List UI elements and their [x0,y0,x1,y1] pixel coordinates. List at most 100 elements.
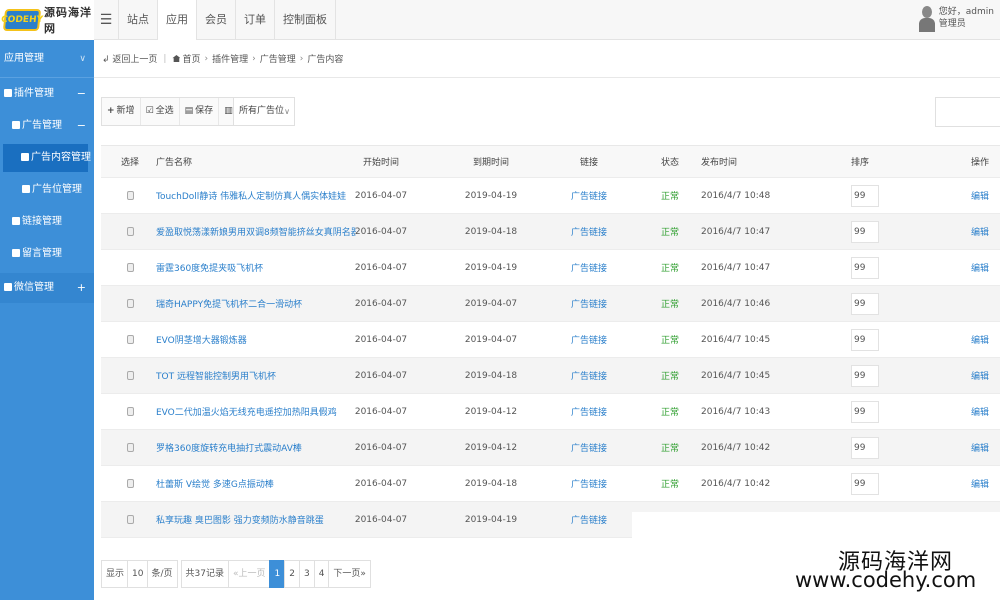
sort-input[interactable]: 99 [851,400,879,423]
folder-icon [4,283,12,291]
start-date: 2016-04-07 [354,334,408,345]
breadcrumb-ad-manage[interactable]: 广告管理 [260,52,296,65]
sort-input[interactable]: 99 [851,364,879,387]
ad-name-link[interactable]: 杜蕾斯 V绘觉 多速G点振动棒 [156,477,274,490]
page-size[interactable]: 显示 10 条/页 [101,560,178,588]
published-time: 2016/4/7 10:46 [701,298,771,309]
ad-name-link[interactable]: 爱盈取悦荡漾新娘男用双调8频智能挤丝女真阴名器飞机杯 [156,225,356,238]
user-menu[interactable]: 您好，admin 管理员 [918,4,994,32]
breadcrumb: ↲ 返回上一页 | 首页 › 插件管理 › 广告管理 › 广告内容 [94,40,1000,78]
ad-name-link[interactable]: 雷霆360度免提夹吸飞机杯 [156,261,263,274]
ad-link[interactable]: 广告链接 [571,297,607,310]
chevron-down-icon: ∨ [284,107,290,116]
sidebar-item-wechat[interactable]: 微信管理 + [0,273,94,303]
ad-position-select[interactable]: 所有广告位 ∨ [233,97,295,126]
ad-name-link[interactable]: 罗格360度旋转充电抽打式震动AV棒 [156,441,302,454]
sidebar-item-ad-manage[interactable]: 广告管理 − [0,110,94,142]
sidebar-item-label: 广告管理 [22,120,62,131]
row-checkbox[interactable] [126,515,134,524]
sidebar-section-apps[interactable]: 应用管理 ∨ [0,40,94,78]
edit-link[interactable]: 编辑 [971,261,989,274]
back-link[interactable]: ↲ 返回上一页 [102,52,157,65]
row-checkbox[interactable] [126,335,134,344]
prev-page-button[interactable]: «上一页 [227,560,271,588]
select-all-label: 全选 [155,106,174,116]
folder-icon [12,121,20,129]
ad-link[interactable]: 广告链接 [571,513,607,526]
ad-name-link[interactable]: TouchDoll静诗 伟雅私人定制仿真人偶实体娃娃 [156,189,346,202]
edit-link[interactable]: 编辑 [971,333,989,346]
sort-input[interactable]: 99 [851,436,879,459]
home-icon[interactable] [172,55,181,62]
breadcrumb-home[interactable]: 首页 [182,52,200,65]
logo[interactable]: CODEHY 源码海洋网 [0,0,94,40]
ad-name-link[interactable]: EVO二代加温火焰无线充电遥控加热阳具假鸡 [156,405,337,418]
topnav-orders[interactable]: 订单 [235,0,274,40]
save-button[interactable]: ▤ 保存 [180,98,220,125]
page-4[interactable]: 4 [313,560,330,588]
add-button[interactable]: + 新增 [102,98,141,125]
row-checkbox[interactable] [126,371,134,380]
row-checkbox[interactable] [126,479,134,488]
ad-link[interactable]: 广告链接 [571,189,607,202]
top-nav: 站点 应用 会员 订单 控制面板 [118,0,336,40]
table-row: TOT 远程智能控制男用飞机杯 2016-04-07 2019-04-18 广告链接 正… [101,358,1000,394]
ad-name-link[interactable]: EVO阴茎增大器锻炼器 [156,333,247,346]
topnav-members[interactable]: 会员 [196,0,235,40]
select-all-button[interactable]: ☑ 全选 [141,98,180,125]
sort-input[interactable]: 99 [851,328,879,351]
row-checkbox[interactable] [126,191,134,200]
sidebar-item-messages[interactable]: 留言管理 [0,238,94,270]
edit-link[interactable]: 编辑 [971,477,989,490]
sort-input[interactable]: 99 [851,472,879,495]
ad-link[interactable]: 广告链接 [571,225,607,238]
table-row: 瑞奇HAPPY免提飞机杯二合一滑动杯 2016-04-07 2019-04-07 广告… [101,286,1000,322]
page-3[interactable]: 3 [298,560,315,588]
chevron-right-icon: › [204,53,209,64]
sort-input[interactable]: 99 [851,184,879,207]
col-header-status: 状态 [660,158,679,168]
row-checkbox[interactable] [126,263,134,272]
row-checkbox[interactable] [126,407,134,416]
ad-name-link[interactable]: TOT 远程智能控制男用飞机杯 [156,369,276,382]
sort-input[interactable]: 99 [851,256,879,279]
topnav-site[interactable]: 站点 [118,0,157,40]
row-checkbox[interactable] [126,443,134,452]
sort-input[interactable]: 99 [851,292,879,315]
ad-name-link[interactable]: 瑞奇HAPPY免提飞机杯二合一滑动杯 [156,297,302,310]
edit-link[interactable]: 编辑 [971,369,989,382]
edit-link[interactable]: 编辑 [971,441,989,454]
search-input[interactable] [935,97,1000,127]
sidebar-item-ad-content[interactable]: 广告内容管理 [3,144,91,172]
menu-toggle-icon[interactable]: ☰ [94,0,118,40]
ad-name-link[interactable]: 私享玩趣 臭巴图影 强力变频防水静音跳蛋 [156,513,324,526]
sort-input[interactable]: 99 [851,220,879,243]
ad-link[interactable]: 广告链接 [571,261,607,274]
row-checkbox[interactable] [126,299,134,308]
end-date: 2019-04-18 [464,370,518,381]
ad-link[interactable]: 广告链接 [571,441,607,454]
edit-link[interactable]: 编辑 [971,189,989,202]
save-icon: ▤ [184,106,194,116]
ad-position-select-value: 所有广告位 [239,106,285,116]
expand-icon: + [76,281,86,294]
page-2[interactable]: 2 [284,560,300,588]
sidebar-item-plugins[interactable]: 插件管理 − [0,78,94,110]
topnav-control-panel[interactable]: 控制面板 [274,0,336,40]
total-records: 共37记录 [180,560,229,588]
edit-link[interactable]: 编辑 [971,225,989,238]
sidebar-item-links[interactable]: 链接管理 [0,206,94,238]
ad-link[interactable]: 广告链接 [571,477,607,490]
sidebar-item-label: 广告位管理 [32,184,82,195]
ad-link[interactable]: 广告链接 [571,369,607,382]
sidebar-item-ad-position[interactable]: 广告位管理 [0,174,94,206]
start-date: 2016-04-07 [354,226,408,237]
page-1[interactable]: 1 [269,560,286,588]
topnav-apps[interactable]: 应用 [157,0,196,40]
row-checkbox[interactable] [126,227,134,236]
ad-link[interactable]: 广告链接 [571,333,607,346]
ad-link[interactable]: 广告链接 [571,405,607,418]
edit-link[interactable]: 编辑 [971,405,989,418]
breadcrumb-plugins[interactable]: 插件管理 [212,52,248,65]
next-page-button[interactable]: 下一页» [328,560,371,588]
